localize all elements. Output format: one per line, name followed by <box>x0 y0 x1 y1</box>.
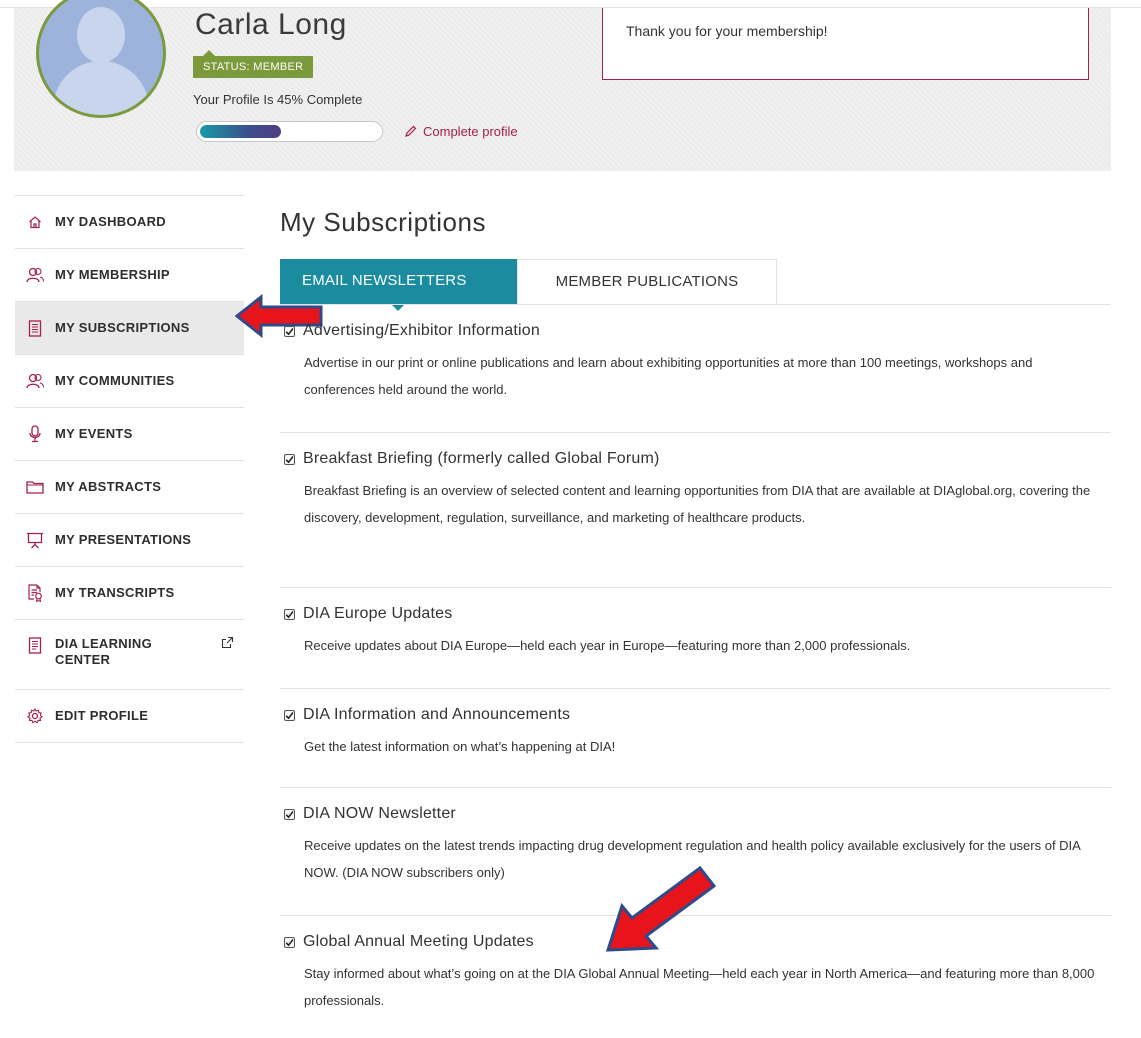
subscription-checkbox[interactable] <box>284 325 295 337</box>
sidebar-item-label: MY PRESENTATIONS <box>55 532 192 547</box>
subscription-checkbox[interactable] <box>284 453 295 465</box>
certificate-icon <box>25 584 45 602</box>
profile-name: Carla Long <box>195 8 347 41</box>
subscription-description: Get the latest information on what’s hap… <box>304 739 616 754</box>
list-item: Advertising/Exhibitor Information Advert… <box>280 305 1111 433</box>
list-item: DIA Information and Announcements Get th… <box>280 689 1111 788</box>
subscription-title: DIA NOW Newsletter <box>303 805 456 822</box>
subscription-title: Breakfast Briefing (formerly called Glob… <box>303 450 660 467</box>
sidebar-item-communities[interactable]: MY COMMUNITIES <box>15 355 244 408</box>
subscription-title: DIA Information and Announcements <box>303 706 571 723</box>
document-icon <box>25 636 45 654</box>
subscription-title: DIA Europe Updates <box>303 605 453 622</box>
gear-icon <box>25 707 45 725</box>
sidebar-item-label: MY EVENTS <box>55 426 133 441</box>
subscription-description: Breakfast Briefing is an overview of sel… <box>304 483 1091 525</box>
sidebar-item-subscriptions[interactable]: MY SUBSCRIPTIONS <box>15 302 244 355</box>
page-title: My Subscriptions <box>280 207 486 237</box>
list-item: DIA Europe Updates Receive updates about… <box>280 588 1111 689</box>
sidebar-item-label: MY MEMBERSHIP <box>55 267 170 282</box>
sidebar-item-label: MY TRANSCRIPTS <box>55 585 175 600</box>
subscription-description: Advertise in our print or online publica… <box>304 355 1033 397</box>
subscription-checkbox[interactable] <box>284 936 295 948</box>
sidebar-item-label: MY DASHBOARD <box>55 214 166 229</box>
sidebar-nav: MY DASHBOARD MY MEMBERSHIP MY SUBSCRIPTI… <box>15 195 244 743</box>
sidebar-item-label: MY SUBSCRIPTIONS <box>55 320 190 335</box>
subscription-title: Global Annual Meeting Updates <box>303 933 534 950</box>
sidebar-item-label-line2: CENTER <box>55 652 111 667</box>
tab-email-newsletters[interactable]: EMAIL NEWSLETTERS <box>280 259 517 311</box>
profile-complete-text: Your Profile Is 45% Complete <box>193 92 363 107</box>
avatar-body-shape <box>53 61 149 115</box>
tab-member-publications[interactable]: MEMBER PUBLICATIONS <box>517 259 777 304</box>
complete-profile-label: Complete profile <box>423 124 518 139</box>
status-badge: STATUS: MEMBER <box>193 50 314 78</box>
avatar[interactable] <box>36 0 166 118</box>
profile-header: Carla Long STATUS: MEMBER Your Profile I… <box>14 0 1111 171</box>
avatar-head-shape <box>77 7 125 63</box>
thank-you-box: Thank you for your membership! <box>602 8 1089 80</box>
sidebar-item-membership[interactable]: MY MEMBERSHIP <box>15 249 244 302</box>
profile-progress-fill <box>200 125 281 138</box>
sidebar-item-label: EDIT PROFILE <box>55 708 149 723</box>
sidebar-item-dashboard[interactable]: MY DASHBOARD <box>15 196 244 249</box>
subscription-checkbox[interactable] <box>284 608 295 620</box>
sidebar-item-abstracts[interactable]: MY ABSTRACTS <box>15 461 244 514</box>
profile-progress-bar <box>196 121 383 142</box>
sidebar-item-transcripts[interactable]: MY TRANSCRIPTS <box>15 567 244 620</box>
subscription-checkbox[interactable] <box>284 709 295 721</box>
folder-icon <box>25 478 45 496</box>
sidebar-item-label: MY COMMUNITIES <box>55 373 175 388</box>
subscription-description: Stay informed about what’s going on at t… <box>304 966 1095 1008</box>
subscription-description: Receive updates about DIA Europe—held ea… <box>304 638 911 653</box>
sidebar-item-events[interactable]: MY EVENTS <box>15 408 244 461</box>
sidebar-item-edit-profile[interactable]: EDIT PROFILE <box>15 690 244 743</box>
sidebar-item-label: DIA LEARNING CENTER <box>55 636 152 668</box>
sidebar-item-presentations[interactable]: MY PRESENTATIONS <box>15 514 244 567</box>
users-icon <box>25 266 45 284</box>
subscription-checkbox[interactable] <box>284 808 295 820</box>
subscription-tabs: EMAIL NEWSLETTERS MEMBER PUBLICATIONS <box>280 259 777 311</box>
thank-you-text: Thank you for your membership! <box>626 23 828 39</box>
external-link-icon <box>221 636 234 652</box>
annotation-arrow-diagonal <box>600 862 730 967</box>
microphone-icon <box>25 425 45 443</box>
newspaper-icon <box>25 319 45 337</box>
sidebar-item-label: MY ABSTRACTS <box>55 479 162 494</box>
list-item: Breakfast Briefing (formerly called Glob… <box>280 433 1111 588</box>
presentation-icon <box>25 531 45 549</box>
sidebar-item-learning-center[interactable]: DIA LEARNING CENTER <box>15 620 244 690</box>
users-icon <box>25 372 45 390</box>
home-icon <box>25 213 45 231</box>
complete-profile-link[interactable]: Complete profile <box>404 124 518 139</box>
subscription-title: Advertising/Exhibitor Information <box>303 322 540 339</box>
sidebar-item-label-line1: DIA LEARNING <box>55 636 153 651</box>
pencil-icon <box>404 125 417 138</box>
